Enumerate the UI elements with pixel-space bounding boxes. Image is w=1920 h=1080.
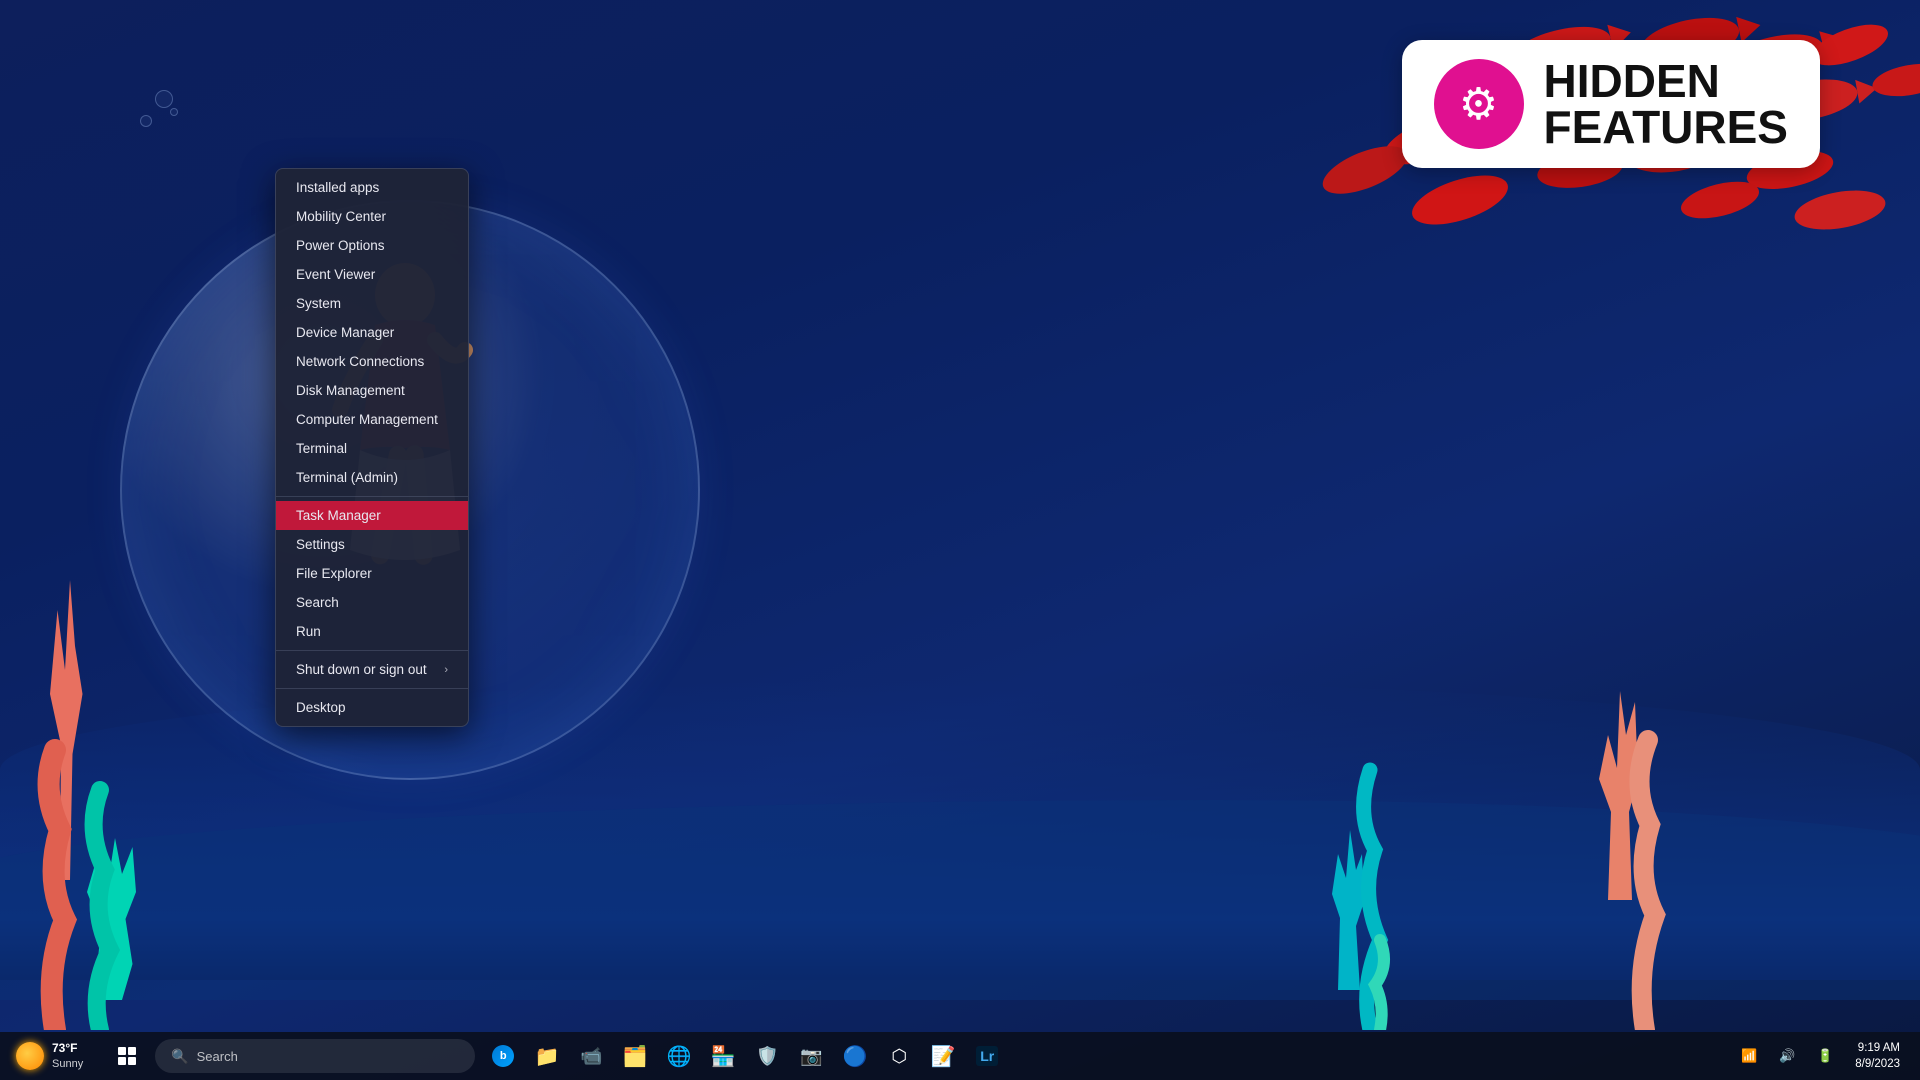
windows-logo bbox=[118, 1047, 136, 1065]
taskbar-icons: b 📁 📹 🗂️ 🌐 🏪 🛡️ 📷 🔵 bbox=[483, 1036, 1007, 1076]
menu-item-label-terminal: Terminal bbox=[296, 441, 347, 456]
desktop: ⚙ HIDDEN FEATURES Installed apps Mobility… bbox=[0, 0, 1920, 1080]
menu-item-computer-management[interactable]: Computer Management bbox=[276, 405, 468, 434]
network-icon: 📶 bbox=[1741, 1048, 1757, 1064]
shop-icon: 🏪 bbox=[711, 1044, 736, 1069]
menu-item-task-manager[interactable]: Task Manager bbox=[276, 501, 468, 530]
menu-item-disk-management[interactable]: Disk Management bbox=[276, 376, 468, 405]
chrome-icon[interactable]: 🔵 bbox=[835, 1036, 875, 1076]
system-clock[interactable]: 9:19 AM 8/9/2023 bbox=[1847, 1040, 1908, 1072]
menu-item-installed-apps[interactable]: Installed apps bbox=[276, 173, 468, 202]
browser-icon: 🌐 bbox=[667, 1044, 692, 1069]
tray-icon-3[interactable]: 🔋 bbox=[1809, 1040, 1841, 1072]
seaweed bbox=[0, 730, 1920, 1030]
menu-item-label-device-manager: Device Manager bbox=[296, 325, 394, 340]
menu-item-mobility-center[interactable]: Mobility Center bbox=[276, 202, 468, 231]
menu-item-network-connections[interactable]: Network Connections bbox=[276, 347, 468, 376]
menu-divider bbox=[276, 496, 468, 497]
weather-text: 73°F Sunny bbox=[52, 1041, 83, 1071]
menu-item-label-task-manager: Task Manager bbox=[296, 508, 381, 523]
menu-item-terminal[interactable]: Terminal bbox=[276, 434, 468, 463]
tray-icon-2[interactable]: 🔊 bbox=[1771, 1040, 1803, 1072]
menu-item-search[interactable]: Search bbox=[276, 588, 468, 617]
menu-item-label-run: Run bbox=[296, 624, 321, 639]
folder-icon: 📁 bbox=[535, 1044, 560, 1069]
note-icon: 📝 bbox=[931, 1044, 956, 1069]
battery-icon: 🔋 bbox=[1817, 1048, 1833, 1064]
edge-icon[interactable]: 🌐 bbox=[659, 1036, 699, 1076]
menu-item-system[interactable]: System bbox=[276, 289, 468, 318]
shield-icon: 🛡️ bbox=[756, 1046, 778, 1067]
menu-item-settings[interactable]: Settings bbox=[276, 530, 468, 559]
bing-icon[interactable]: b bbox=[483, 1036, 523, 1076]
features-label: FEATURES bbox=[1544, 104, 1789, 150]
menu-item-device-manager[interactable]: Device Manager bbox=[276, 318, 468, 347]
security-icon[interactable]: 🛡️ bbox=[747, 1036, 787, 1076]
menu-item-shut-down[interactable]: Shut down or sign out › bbox=[276, 655, 468, 684]
start-button[interactable] bbox=[103, 1032, 151, 1080]
weather-icon bbox=[16, 1042, 44, 1070]
bing-logo: b bbox=[492, 1045, 514, 1067]
menu-item-label-installed-apps: Installed apps bbox=[296, 180, 379, 195]
gear-icon: ⚙ bbox=[1459, 79, 1498, 130]
search-icon: 🔍 bbox=[171, 1048, 188, 1065]
menu-item-terminal-admin[interactable]: Terminal (Admin) bbox=[276, 463, 468, 492]
files-icon: 🗂️ bbox=[623, 1044, 648, 1069]
context-menu: Installed apps Mobility Center Power Optio… bbox=[275, 168, 469, 727]
store-icon[interactable]: 🏪 bbox=[703, 1036, 743, 1076]
lr-icon[interactable]: Lr bbox=[967, 1036, 1007, 1076]
taskbar: 73°F Sunny 🔍 Search b 📁 📹 🗂️ � bbox=[0, 1032, 1920, 1080]
file-manager-icon[interactable]: 🗂️ bbox=[615, 1036, 655, 1076]
bubble bbox=[140, 115, 152, 127]
weather-temperature: 73°F bbox=[52, 1041, 83, 1057]
menu-item-label-search: Search bbox=[296, 595, 339, 610]
lightroom-icon[interactable]: 📷 bbox=[791, 1036, 831, 1076]
menu-divider bbox=[276, 650, 468, 651]
menu-item-desktop[interactable]: Desktop bbox=[276, 693, 468, 722]
menu-item-label-disk-management: Disk Management bbox=[296, 383, 405, 398]
system-tray: 📶 🔊 🔋 9:19 AM 8/9/2023 bbox=[1733, 1040, 1920, 1072]
menu-item-label-power-options: Power Options bbox=[296, 238, 385, 253]
menu-item-label-file-explorer: File Explorer bbox=[296, 566, 372, 581]
menu-item-event-viewer[interactable]: Event Viewer bbox=[276, 260, 468, 289]
multi-icon[interactable]: ⬡ bbox=[879, 1036, 919, 1076]
menu-divider bbox=[276, 688, 468, 689]
dots-icon: ⬡ bbox=[891, 1046, 907, 1067]
hidden-features-badge: ⚙ HIDDEN FEATURES bbox=[1402, 40, 1821, 168]
menu-item-label-shut-down: Shut down or sign out bbox=[296, 662, 427, 677]
taskbar-search-bar[interactable]: 🔍 Search bbox=[155, 1039, 475, 1073]
video-icon: 📹 bbox=[580, 1046, 602, 1067]
menu-item-run[interactable]: Run bbox=[276, 617, 468, 646]
bubble bbox=[155, 90, 173, 108]
menu-item-label-terminal-admin: Terminal (Admin) bbox=[296, 470, 398, 485]
menu-item-label-network-connections: Network Connections bbox=[296, 354, 424, 369]
volume-icon: 🔊 bbox=[1779, 1048, 1795, 1064]
weather-widget[interactable]: 73°F Sunny bbox=[0, 1041, 99, 1071]
notes-icon[interactable]: 📝 bbox=[923, 1036, 963, 1076]
hidden-features-text: HIDDEN FEATURES bbox=[1544, 58, 1789, 150]
menu-item-label-system: System bbox=[296, 296, 341, 311]
photo-icon: 📷 bbox=[800, 1046, 822, 1067]
menu-item-label-mobility-center: Mobility Center bbox=[296, 209, 386, 224]
bubble bbox=[170, 108, 178, 116]
clock-time: 9:19 AM bbox=[1858, 1040, 1900, 1056]
hidden-label: HIDDEN bbox=[1544, 58, 1789, 104]
menu-item-label-settings: Settings bbox=[296, 537, 345, 552]
file-explorer-icon[interactable]: 📁 bbox=[527, 1036, 567, 1076]
menu-item-file-explorer[interactable]: File Explorer bbox=[276, 559, 468, 588]
gear-badge-icon: ⚙ bbox=[1434, 59, 1524, 149]
tray-icon-1[interactable]: 📶 bbox=[1733, 1040, 1765, 1072]
menu-item-label-computer-management: Computer Management bbox=[296, 412, 438, 427]
menu-item-label-event-viewer: Event Viewer bbox=[296, 267, 375, 282]
clock-date: 8/9/2023 bbox=[1855, 1056, 1900, 1072]
menu-item-label-desktop: Desktop bbox=[296, 700, 346, 715]
taskbar-search-label: Search bbox=[197, 1049, 238, 1064]
menu-item-power-options[interactable]: Power Options bbox=[276, 231, 468, 260]
chrome-browser-icon: 🔵 bbox=[843, 1044, 868, 1069]
menu-item-arrow-shut-down: › bbox=[444, 664, 448, 676]
weather-condition: Sunny bbox=[52, 1057, 83, 1071]
lr-app-icon: Lr bbox=[976, 1046, 998, 1066]
teams-icon[interactable]: 📹 bbox=[571, 1036, 611, 1076]
